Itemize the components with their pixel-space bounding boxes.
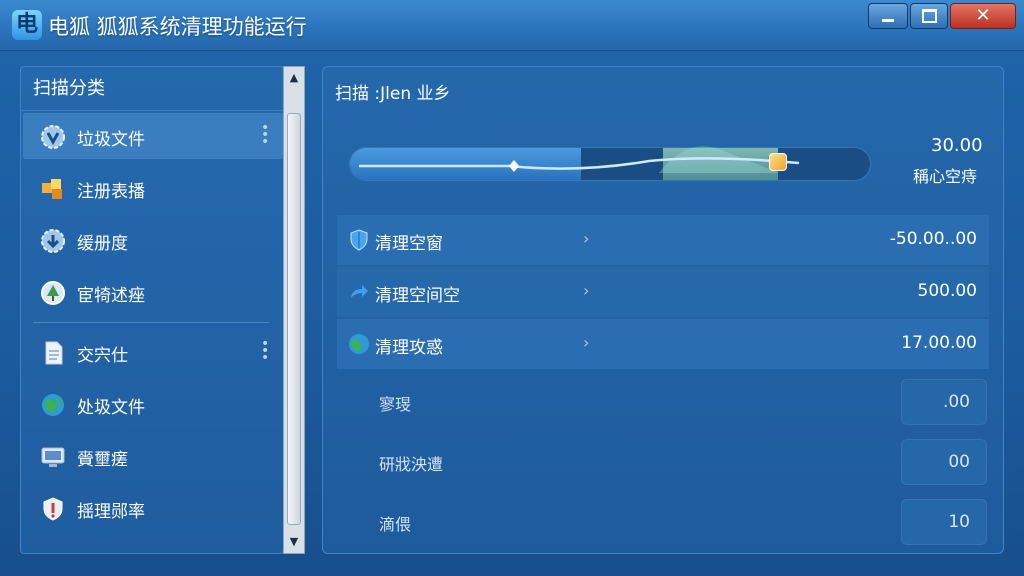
row-label: 清理空窗 <box>375 234 443 254</box>
scan-detail-panel: 扫描 :Jlen 业乡 30.00 稱心空痔 清理空窗 › -50.00..00… <box>322 66 1004 554</box>
sub-row: 寥琝 .00 <box>337 375 989 429</box>
minimize-button[interactable] <box>868 3 908 29</box>
sub-row-value-box: .00 <box>901 379 987 425</box>
chevron-right-icon[interactable]: › <box>583 281 589 300</box>
scroll-up-icon[interactable]: ▲ <box>284 67 304 89</box>
chevron-right-icon[interactable]: › <box>583 229 589 248</box>
arrow-icon <box>347 280 371 304</box>
more-menu-icon[interactable]: • • • <box>261 121 269 149</box>
registry-cubes-icon <box>39 175 67 203</box>
sub-row-label: 滴偎 <box>379 515 412 534</box>
title-bar[interactable]: 电 电狐 狐狐系统清理功能运行 ✕ <box>0 0 1024 51</box>
close-button[interactable]: ✕ <box>950 3 1016 29</box>
sidebar-item-label: 垃圾文件 <box>77 130 145 150</box>
scan-title: 扫描 :Jlen 业乡 <box>335 84 451 104</box>
row-value: -50.00..00 <box>889 229 977 249</box>
chevron-right-icon[interactable]: › <box>583 333 589 352</box>
sidebar-item-label: 处圾文件 <box>77 398 145 418</box>
blue-shield-icon <box>347 228 371 252</box>
sub-row-value: .00 <box>942 392 970 412</box>
sidebar-item-documents[interactable]: 交宍仕 • • • <box>23 329 283 375</box>
sidebar-item-junk-files[interactable]: 垃圾文件 • • • <box>23 113 283 159</box>
sidebar-divider <box>33 322 269 323</box>
sidebar-item-label: 揺理郧率 <box>77 502 145 522</box>
scan-category-panel: 扫描分类 垃圾文件 • • • 注册表播 缓册度 宦犄述痤 交宍仕 • • • … <box>20 66 284 554</box>
sidebar-scrollbar[interactable]: ▲ ▼ <box>283 66 305 554</box>
sub-row: 滴偎 10 <box>337 495 989 549</box>
document-icon <box>39 339 67 367</box>
progress-value: 30.00 <box>931 135 983 156</box>
sub-row-value: 00 <box>948 452 970 472</box>
sidebar-item-desktop[interactable]: 賫壐瘥 <box>23 433 283 479</box>
globe-tree-icon <box>39 279 67 307</box>
app-title: 电狐 狐狐系统清理功能运行 <box>48 15 307 39</box>
row-value: 17.00.00 <box>901 333 977 353</box>
sidebar-item-label: 宦犄述痤 <box>77 286 145 306</box>
sidebar-item-privacy[interactable]: 揺理郧率 <box>23 485 283 531</box>
sidebar-item-processed[interactable]: 处圾文件 <box>23 381 283 427</box>
sidebar-item-registry[interactable]: 注册表播 <box>23 165 283 211</box>
maximize-icon <box>921 9 937 23</box>
close-icon: ✕ <box>975 5 991 26</box>
maximize-button[interactable] <box>910 3 948 29</box>
gear-down-icon <box>39 227 67 255</box>
minimize-icon <box>882 18 894 22</box>
sidebar-item-tracks[interactable]: 宦犄述痤 <box>23 269 283 315</box>
row-value: 500.00 <box>917 281 977 301</box>
sub-row-label: 研戕泱遭 <box>379 455 444 474</box>
app-logo-icon: 电 <box>12 10 42 40</box>
progress-handle-icon <box>769 153 787 171</box>
detail-row-clean-space[interactable]: 清理空窗 › -50.00..00 <box>337 215 989 265</box>
category-header: 扫描分类 <box>21 67 283 111</box>
sidebar-item-cache[interactable]: 缓册度 <box>23 217 283 263</box>
sub-row-value: 10 <box>948 512 970 532</box>
row-label: 清理空间空 <box>375 286 460 306</box>
scroll-thumb[interactable] <box>287 113 301 525</box>
monitor-icon <box>39 443 67 471</box>
sub-row-value-box: 00 <box>901 439 987 485</box>
sub-row-label: 寥琝 <box>379 395 412 414</box>
sub-row-value-box: 10 <box>901 499 987 545</box>
sidebar-item-label: 缓册度 <box>77 234 128 254</box>
gear-shield-icon <box>39 123 67 151</box>
more-menu-icon[interactable]: • • • <box>261 337 269 365</box>
progress-wave-icon <box>359 146 800 173</box>
sub-row: 研戕泱遭 00 <box>337 435 989 489</box>
app-window: 电 电狐 狐狐系统清理功能运行 ✕ 扫描分类 垃圾文件 • • • 注册表播 缓… <box>0 0 1024 576</box>
sidebar-item-label: 賫壐瘥 <box>77 450 128 470</box>
green-globe-icon <box>347 332 371 356</box>
sidebar-item-label: 交宍仕 <box>77 346 128 366</box>
shield-bubble-icon <box>39 495 67 523</box>
sidebar-item-label: 注册表播 <box>77 182 145 202</box>
detail-row-clean-threats[interactable]: 清理攻惑 › 17.00.00 <box>337 319 989 369</box>
scroll-down-icon[interactable]: ▼ <box>284 531 304 553</box>
row-label: 清理攻惑 <box>375 338 443 358</box>
green-globe-icon <box>39 391 67 419</box>
progress-caption: 稱心空痔 <box>913 167 978 186</box>
detail-row-clean-space-total[interactable]: 清理空间空 › 500.00 <box>337 267 989 317</box>
